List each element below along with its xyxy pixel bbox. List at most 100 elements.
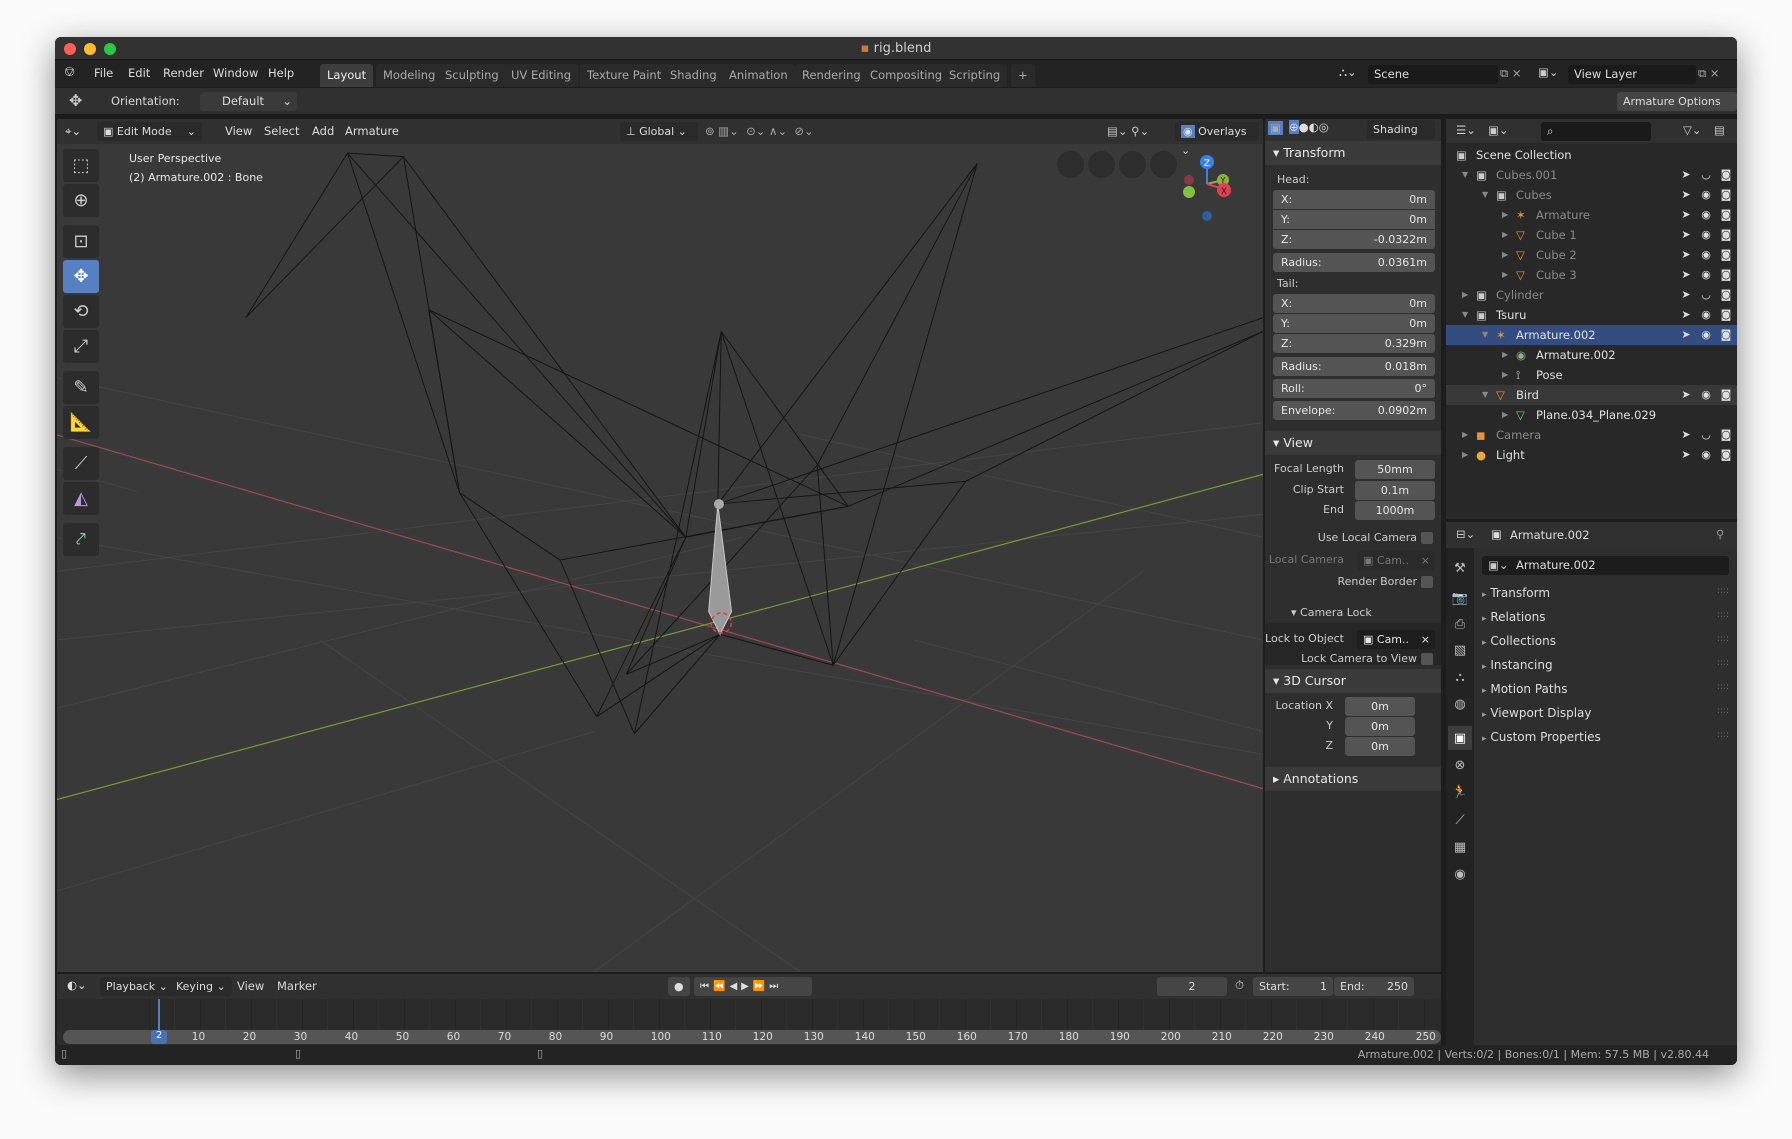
outliner-row[interactable]: ▶ ▽ Cube 1 ➤ ◉ ◙ — [1446, 225, 1737, 245]
playhead[interactable] — [158, 999, 160, 1030]
select-arrow-icon[interactable]: ➤ — [1678, 245, 1694, 265]
world-tab-icon[interactable]: ◍ — [1448, 692, 1472, 716]
outliner-row[interactable]: ▶ ▽ Plane.034_Plane.029 — [1446, 405, 1737, 425]
drag-handle-icon[interactable]: :::: — [1717, 658, 1729, 668]
local-camera-field[interactable]: ▣ Cam.. × — [1357, 551, 1435, 570]
head-y-field[interactable]: Y: 0m — [1273, 210, 1435, 229]
select-arrow-icon[interactable]: ➤ — [1678, 325, 1694, 345]
xray-toggle-icon[interactable]: ▣ — [1268, 121, 1283, 135]
mode-dropdown[interactable]: ▣ Edit Mode ⌄ — [97, 122, 202, 141]
outliner-row[interactable]: ▼ ▣ Cubes ➤ ◉ ◙ — [1446, 185, 1737, 205]
select-arrow-icon[interactable]: ➤ — [1678, 305, 1694, 325]
camera-view-icon[interactable] — [1119, 151, 1146, 178]
properties-panel-motion-paths[interactable]: ▸ Motion Paths:::: — [1482, 682, 1729, 696]
current-frame-field[interactable]: 2 — [1157, 977, 1227, 996]
render-camera-icon[interactable]: ◙ — [1718, 325, 1734, 345]
perspective-toggle-icon[interactable] — [1150, 151, 1177, 178]
camera-lock-subpanel-header[interactable]: ▾ Camera Lock — [1291, 606, 1372, 619]
outliner-row[interactable]: ▼ ▽ Bird ➤ ◉ ◙ — [1446, 385, 1737, 405]
disclosure-triangle-icon[interactable]: ▼ — [1462, 305, 1468, 325]
outliner-row[interactable]: ▶ ▽ Cube 2 ➤ ◉ ◙ — [1446, 245, 1737, 265]
viewport-menu-select[interactable]: Select — [264, 124, 299, 138]
menu-help[interactable]: Help — [268, 66, 294, 80]
disclosure-triangle-icon[interactable]: ▶ — [1462, 445, 1468, 465]
pivot-snap-icons[interactable]: ⊚ ▥⌄ ⊙⌄ ∧⌄ ⊘⌄ — [705, 124, 814, 138]
disclosure-triangle-icon[interactable]: ▶ — [1502, 265, 1508, 285]
view-layer-tab-icon[interactable]: ▧ — [1448, 638, 1472, 662]
hidden-eye-icon[interactable]: ◡ — [1698, 285, 1714, 305]
pan-icon[interactable] — [1088, 151, 1115, 178]
outliner-row[interactable]: ▼ ✶ Armature.002 ➤ ◉ ◙ — [1446, 325, 1737, 345]
drag-handle-icon[interactable]: :::: — [1717, 634, 1729, 644]
tail-x-field[interactable]: X: 0m — [1273, 294, 1435, 313]
render-camera-icon[interactable]: ◙ — [1718, 285, 1734, 305]
close-window-button[interactable] — [64, 43, 76, 55]
disclosure-triangle-icon[interactable]: ▼ — [1482, 185, 1488, 205]
eye-icon[interactable]: ◉ — [1698, 305, 1714, 325]
select-box-icon[interactable]: ⬚ — [63, 149, 99, 182]
outliner-row[interactable]: ▶ ⟟ Pose — [1446, 365, 1737, 385]
bone-envelope-icon[interactable]: ◭ — [63, 482, 99, 515]
outliner-row[interactable]: ▶ ◼ Camera ➤ ◡ ◙ — [1446, 425, 1737, 445]
workspace-tab-texture-paint[interactable]: Texture Paint — [580, 64, 669, 87]
outliner-row[interactable]: ▶ ◉ Armature.002 — [1446, 345, 1737, 365]
properties-panel-relations[interactable]: ▸ Relations:::: — [1482, 610, 1729, 624]
object-name-field[interactable]: ▣⌄ Armature.002 — [1482, 556, 1729, 575]
focal-length-field[interactable]: 50mm — [1355, 460, 1435, 479]
workspace-tab-compositing[interactable]: Compositing — [863, 64, 950, 87]
view-layer-filter-icon[interactable]: ▣⌄ — [1488, 123, 1509, 137]
tool-tab-icon[interactable]: ⚒ — [1448, 556, 1472, 580]
physics-tab-icon[interactable]: ◉ — [1448, 862, 1472, 886]
disclosure-triangle-icon[interactable]: ▶ — [1502, 225, 1508, 245]
workspace-tab-uv-editing[interactable]: UV Editing — [504, 64, 578, 87]
select-arrow-icon[interactable]: ➤ — [1678, 265, 1694, 285]
navigation-gizmo[interactable]: Z Y X — [1177, 154, 1247, 234]
eye-icon[interactable]: ◉ — [1698, 225, 1714, 245]
render-tab-icon[interactable]: 📷 — [1448, 586, 1472, 610]
disclosure-triangle-icon[interactable]: ▶ — [1502, 365, 1508, 385]
new-collection-icon[interactable]: ▤ — [1714, 123, 1725, 137]
viewport-menu-add[interactable]: Add — [312, 124, 334, 138]
outliner-row[interactable]: ▶ ▽ Cube 3 ➤ ◉ ◙ — [1446, 265, 1737, 285]
scene-tab-icon[interactable]: ⛬ — [1448, 665, 1472, 689]
render-camera-icon[interactable]: ◙ — [1718, 385, 1734, 405]
view-layer-icon[interactable]: ▣⌄ — [1538, 65, 1559, 79]
constraints-tab-icon[interactable]: ⊗ — [1448, 753, 1472, 777]
drag-handle-icon[interactable]: :::: — [1717, 610, 1729, 620]
properties-panel-viewport-display[interactable]: ▸ Viewport Display:::: — [1482, 706, 1729, 720]
timeline-area[interactable] — [57, 999, 1441, 1029]
select-arrow-icon[interactable]: ➤ — [1678, 425, 1694, 445]
drag-handle-icon[interactable]: :::: — [1717, 682, 1729, 692]
preview-range-icon[interactable]: ⏱ — [1235, 978, 1244, 993]
eye-icon[interactable]: ◉ — [1698, 445, 1714, 465]
maximize-window-button[interactable] — [104, 43, 116, 55]
envelope-field[interactable]: Envelope: 0.0902m — [1273, 401, 1435, 420]
rotate-icon[interactable]: ⟲ — [63, 295, 99, 328]
shading-mode-icons[interactable]: ⊕●◐◎ — [1289, 120, 1329, 134]
tail-radius-field[interactable]: Radius: 0.018m — [1273, 357, 1435, 376]
outliner-row[interactable]: ▣ Scene Collection — [1446, 145, 1737, 165]
editor-type-icon[interactable]: ◐⌄ — [67, 978, 87, 992]
head-radius-field[interactable]: Radius: 0.0361m — [1273, 253, 1435, 272]
eye-icon[interactable]: ◉ — [1698, 185, 1714, 205]
lock-to-object-field[interactable]: ▣ Cam.. × — [1357, 630, 1435, 649]
render-camera-icon[interactable]: ◙ — [1718, 265, 1734, 285]
texture-tab-icon[interactable]: ▦ — [1448, 835, 1472, 859]
record-button[interactable]: ● — [668, 977, 690, 996]
scene-selector[interactable]: Scene — [1368, 65, 1498, 84]
disclosure-triangle-icon[interactable]: ▶ — [1502, 245, 1508, 265]
render-camera-icon[interactable]: ◙ — [1718, 225, 1734, 245]
bone-roll-icon[interactable]: ⟋ — [63, 447, 99, 480]
render-camera-icon[interactable]: ◙ — [1718, 205, 1734, 225]
disclosure-triangle-icon[interactable]: ▼ — [1462, 165, 1468, 185]
select-arrow-icon[interactable]: ➤ — [1678, 165, 1694, 185]
outliner-row[interactable]: ▶ ✶ Armature ➤ ◉ ◙ — [1446, 205, 1737, 225]
disclosure-triangle-icon[interactable]: ▶ — [1462, 285, 1468, 305]
render-camera-icon[interactable]: ◙ — [1718, 185, 1734, 205]
cursor-x-field[interactable]: 0m — [1345, 697, 1415, 716]
workspace-tab-animation[interactable]: Animation — [722, 64, 795, 87]
extrude-bone-icon[interactable]: ⤤ — [63, 523, 99, 556]
disclosure-triangle-icon[interactable]: ▼ — [1482, 385, 1488, 405]
eye-icon[interactable]: ◉ — [1698, 245, 1714, 265]
move-icon[interactable]: ✥ — [63, 260, 99, 293]
